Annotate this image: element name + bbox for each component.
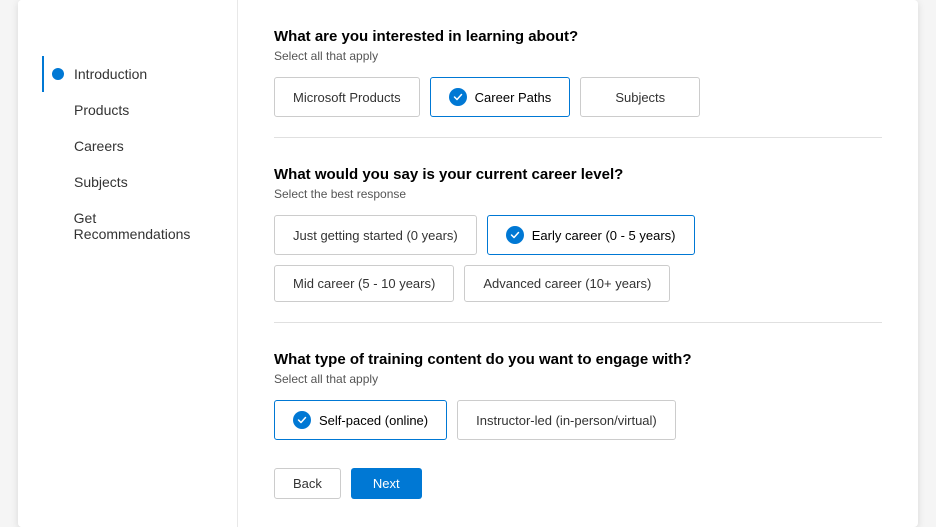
options-row-interests: Microsoft Products Career Paths Subjects — [274, 77, 882, 117]
section-title-training-type: What type of training content do you wan… — [274, 351, 882, 368]
option-microsoft-products[interactable]: Microsoft Products — [274, 77, 420, 117]
section-subtitle-career-level: Select the best response — [274, 187, 882, 201]
section-divider — [274, 137, 882, 138]
check-circle-icon — [293, 411, 311, 429]
check-circle-icon — [449, 88, 467, 106]
empty-dot — [52, 104, 64, 116]
option-instructor-led[interactable]: Instructor-led (in-person/virtual) — [457, 400, 676, 440]
section-subtitle-training-type: Select all that apply — [274, 372, 882, 386]
section-divider — [274, 322, 882, 323]
next-button[interactable]: Next — [351, 468, 422, 499]
section-title-interests: What are you interested in learning abou… — [274, 28, 882, 45]
option-mid-career[interactable]: Mid career (5 - 10 years) — [274, 265, 454, 302]
section-interests: What are you interested in learning abou… — [274, 28, 882, 138]
empty-dot — [52, 140, 64, 152]
page-container: IntroductionProductsCareersSubjectsGet R… — [18, 0, 918, 527]
nav-list: IntroductionProductsCareersSubjectsGet R… — [42, 56, 213, 252]
options-row-training-type: Self-paced (online) Instructor-led (in-p… — [274, 400, 882, 440]
options-row-career-level: Just getting started (0 years) Early car… — [274, 215, 882, 302]
option-subjects[interactable]: Subjects — [580, 77, 700, 117]
section-career-level: What would you say is your current caree… — [274, 166, 882, 323]
sidebar-item-subjects[interactable]: Subjects — [42, 164, 213, 200]
option-just-getting-started[interactable]: Just getting started (0 years) — [274, 215, 477, 255]
checkmark-icon — [510, 230, 520, 240]
sidebar-item-careers[interactable]: Careers — [42, 128, 213, 164]
active-dot — [52, 68, 64, 80]
checkmark-icon — [297, 415, 307, 425]
checkmark-icon — [453, 92, 463, 102]
sidebar-item-products[interactable]: Products — [42, 92, 213, 128]
section-training-type: What type of training content do you wan… — [274, 351, 882, 440]
option-advanced-career[interactable]: Advanced career (10+ years) — [464, 265, 670, 302]
main-content: What are you interested in learning abou… — [238, 0, 918, 527]
section-subtitle-interests: Select all that apply — [274, 49, 882, 63]
footer-buttons: Back Next — [274, 468, 882, 499]
section-title-career-level: What would you say is your current caree… — [274, 166, 882, 183]
empty-dot — [52, 220, 64, 232]
option-career-paths[interactable]: Career Paths — [430, 77, 571, 117]
sidebar: IntroductionProductsCareersSubjectsGet R… — [18, 0, 238, 527]
sidebar-item-get-recommendations[interactable]: Get Recommendations — [42, 200, 213, 252]
empty-dot — [52, 176, 64, 188]
back-button[interactable]: Back — [274, 468, 341, 499]
option-early-career[interactable]: Early career (0 - 5 years) — [487, 215, 695, 255]
option-self-paced[interactable]: Self-paced (online) — [274, 400, 447, 440]
sidebar-item-introduction[interactable]: Introduction — [42, 56, 213, 92]
check-circle-icon — [506, 226, 524, 244]
